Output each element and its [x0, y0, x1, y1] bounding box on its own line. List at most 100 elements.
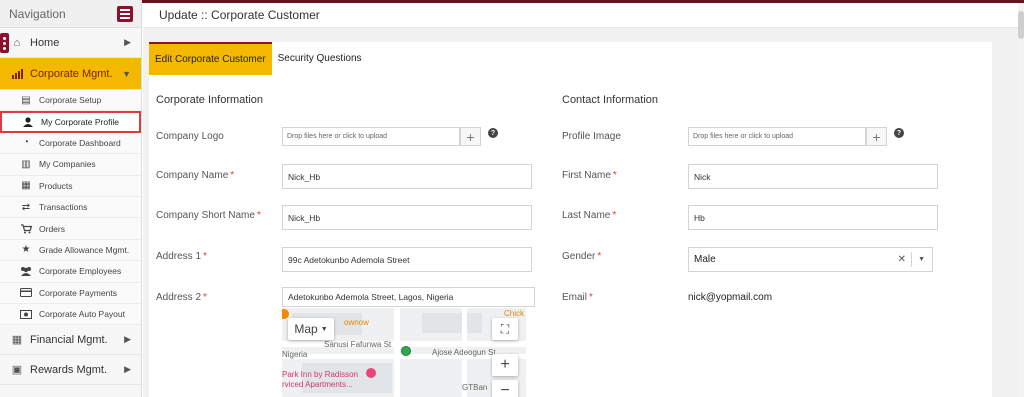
chevron-down-icon: ▼	[122, 68, 131, 79]
add-profile-image-button[interactable]: +	[866, 127, 887, 146]
gender-value: Male	[694, 254, 716, 265]
profile-image-dropzone[interactable]: Drop files here or click to upload	[688, 127, 866, 146]
map-type-dropdown[interactable]: Map ▼	[288, 318, 334, 340]
sidebar-header: Navigation	[0, 0, 141, 28]
label-text: Company Name	[156, 170, 229, 181]
employees-icon	[19, 266, 33, 277]
sidebar-drag-handle[interactable]	[0, 33, 9, 53]
company-logo-label: Company Logo	[156, 131, 224, 142]
map-label: ownow	[344, 318, 369, 327]
tab-security-questions[interactable]: Security Questions	[272, 42, 368, 75]
subitem-label: Corporate Payments	[39, 287, 117, 298]
scrollbar-thumb[interactable]	[1018, 11, 1024, 39]
first-name-label: First Name *	[562, 170, 617, 181]
sidebar-title: Navigation	[9, 6, 66, 21]
subitem-label: Corporate Dashboard	[39, 137, 121, 148]
subitem-my-corporate-profile[interactable]: My Corporate Profile	[0, 111, 141, 133]
address1-label: Address 1 *	[156, 251, 207, 262]
required-marker: *	[597, 251, 602, 262]
zoom-out-button[interactable]: −	[492, 380, 518, 397]
subitem-corporate-payments[interactable]: Corporate Payments	[0, 282, 141, 304]
menu-toggle-icon[interactable]	[117, 5, 133, 22]
zoom-in-button[interactable]: +	[492, 354, 518, 376]
sidebar-item-label: Financial Mgmt.	[30, 333, 108, 346]
sidebar: Navigation ⌂ Home ▶ Corporate Mgmt. ▼ ▤ …	[0, 0, 142, 397]
company-name-field[interactable]: Nick_Hb	[282, 164, 532, 189]
map-type-label: Map	[294, 322, 318, 336]
financial-icon: ▦	[11, 334, 23, 347]
page-title: Update :: Corporate Customer	[143, 3, 1018, 28]
clear-icon[interactable]: ✕	[898, 254, 906, 265]
address1-field[interactable]: 99c Adetokunbo Ademola Street	[282, 247, 532, 272]
label-text: Last Name	[562, 210, 611, 221]
subitem-transactions[interactable]: ⇄ Transactions	[0, 196, 141, 219]
map-label: rviced Apartments...	[282, 380, 353, 389]
user-icon	[21, 117, 35, 128]
label-text: Company Short Name	[156, 210, 255, 221]
subitem-grade-allowance[interactable]: ★ Grade Allowance Mgmt.	[0, 239, 141, 262]
sidebar-item-home[interactable]: ⌂ Home ▶	[0, 28, 141, 58]
subitem-label: Corporate Setup	[39, 95, 102, 106]
subitem-label: Corporate Auto Payout	[39, 309, 126, 320]
sidebar-item-rewards-mgmt[interactable]: ▣ Rewards Mgmt. ▶	[0, 355, 141, 386]
company-short-name-field[interactable]: Nick_Hb	[282, 205, 532, 230]
caret-down-icon: ▼	[320, 325, 328, 333]
rewards-icon: ▣	[11, 364, 23, 377]
label-text: First Name	[562, 170, 611, 181]
sidebar-item-label: Home	[30, 36, 60, 49]
address2-field[interactable]: Adetokunbo Ademola Street, Lagos, Nigeri…	[282, 287, 535, 307]
transactions-icon: ⇄	[21, 201, 31, 213]
last-name-field[interactable]: Hb	[688, 205, 938, 230]
sidebar-item-label: Corporate Mgmt.	[30, 67, 113, 80]
setup-icon: ▤	[21, 94, 31, 106]
required-marker: *	[203, 292, 207, 303]
map-label: Chick	[504, 309, 525, 318]
card-icon	[19, 288, 33, 298]
email-label: Email *	[562, 292, 593, 303]
gender-label: Gender *	[562, 251, 601, 262]
label-text: Address 2	[156, 292, 202, 303]
poi-hotel-icon	[366, 368, 376, 378]
location-map[interactable]: Sanusi Fafunwa St Nigeria Park Inn by Ra…	[282, 308, 526, 397]
add-logo-button[interactable]: +	[460, 127, 481, 146]
required-marker: *	[256, 210, 261, 221]
gender-select[interactable]: Male ✕ ▼	[688, 247, 933, 272]
chart-icon	[10, 68, 24, 80]
subitem-corporate-setup[interactable]: ▤ Corporate Setup	[0, 90, 141, 112]
subitem-label: My Companies	[39, 159, 96, 170]
sidebar-item-financial-mgmt[interactable]: ▦ Financial Mgmt. ▶	[0, 325, 141, 356]
subitem-products[interactable]: ▦ Products	[0, 175, 141, 197]
label-text: Address 1	[156, 251, 202, 262]
subitem-label: My Corporate Profile	[41, 117, 119, 128]
subitem-my-companies[interactable]: ▥ My Companies	[0, 154, 141, 176]
star-icon: ★	[21, 244, 31, 256]
tab-bar: Edit Corporate Customer Security Questio…	[149, 42, 992, 75]
map-label: Ajose Adeogun St	[432, 348, 496, 357]
required-marker: *	[230, 170, 235, 181]
subitem-orders[interactable]: Orders	[0, 218, 141, 240]
map-marker-icon[interactable]	[401, 346, 411, 356]
tab-edit-corporate-customer[interactable]: Edit Corporate Customer	[149, 42, 272, 75]
first-name-field[interactable]: Nick	[688, 164, 938, 189]
required-marker: *	[203, 251, 207, 262]
map-road	[394, 308, 400, 397]
label-text: Gender	[562, 251, 596, 262]
subitem-corporate-auto-payout[interactable]: Corporate Auto Payout	[0, 303, 141, 326]
page-scrollbar[interactable]	[1018, 3, 1024, 397]
subitem-label: Orders	[39, 223, 65, 234]
help-icon[interactable]: ?	[894, 128, 904, 138]
profile-image-label: Profile Image	[562, 131, 621, 142]
company-logo-dropzone[interactable]: Drop files here or click to upload	[282, 127, 460, 146]
fullscreen-icon[interactable]: ⛶	[492, 318, 518, 340]
subitem-label: Products	[39, 180, 73, 191]
subitem-corporate-dashboard[interactable]: ◔ Corporate Dashboard	[0, 132, 141, 155]
company-name-label: Company Name *	[156, 170, 234, 181]
chevron-down-icon[interactable]: ▼	[918, 256, 925, 263]
subitem-label: Grade Allowance Mgmt.	[39, 244, 130, 255]
payout-icon	[19, 309, 33, 319]
help-icon[interactable]: ?	[488, 128, 498, 138]
subitem-corporate-employees[interactable]: Corporate Employees	[0, 261, 141, 283]
home-icon: ⌂	[13, 36, 21, 49]
email-value: nick@yopmail.com	[688, 292, 773, 303]
sidebar-item-corporate-mgmt[interactable]: Corporate Mgmt. ▼	[0, 58, 141, 90]
